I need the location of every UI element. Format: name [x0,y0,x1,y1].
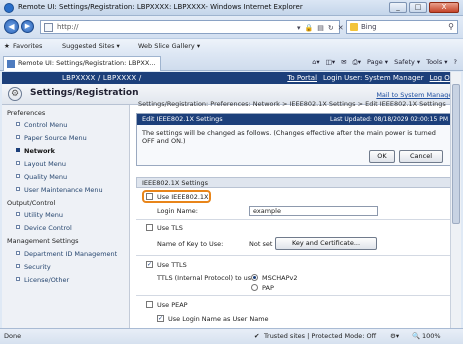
window-title: Remote UI: Settings/Registration: LBPXXX… [18,3,303,11]
panel-header: Edit IEEE802.1X Settings Last Updated: 0… [137,114,452,125]
pap-radio[interactable] [251,284,258,291]
sidebar-item-network[interactable]: Network [16,147,55,155]
page-content: LBPXXXX / LBPXXXX / To Portal Login User… [2,72,461,328]
login-name-label: Login Name: [157,207,198,215]
status-text: Done [4,332,22,340]
to-portal-link[interactable]: To Portal [287,72,317,84]
sidebar-item-department-id[interactable]: Department ID Management [16,250,117,258]
cancel-button[interactable]: Cancel [399,150,443,163]
tab-bar: Remote UI: Settings/Registration: LBPXX.… [0,54,463,71]
lock-icon[interactable]: 🔒 [305,22,314,34]
compat-icon[interactable]: ▤ [317,22,324,34]
sidebar-item-utility-menu[interactable]: Utility Menu [16,211,63,219]
tab-title: Remote UI: Settings/Registration: LBPXX.… [18,59,156,67]
mschapv2-label: MSCHAPv2 [262,274,298,282]
window-titlebar: Remote UI: Settings/Registration: LBPXXX… [0,0,463,16]
favorites-button[interactable]: Favorites [13,39,42,54]
sidebar-item-license-other[interactable]: License/Other [16,276,69,284]
ok-button[interactable]: OK [369,150,395,163]
last-updated: Last Updated: 08/18/2029 02:00:15 PM [329,116,448,123]
use-login-as-username-checkbox[interactable]: ✓ [157,315,164,322]
sidebar-section-output-control: Output/Control [7,199,56,207]
favorites-star-icon[interactable]: ★ [4,39,10,54]
dropdown-icon[interactable]: ▾ [297,22,301,34]
tools-menu[interactable]: Tools ▾ [426,58,447,67]
sidebar-item-user-maintenance-menu[interactable]: User Maintenance Menu [16,186,103,194]
zoom-icon: 🔍 [412,332,421,340]
use-tls-checkbox[interactable] [146,224,153,231]
ie-logo-icon [4,3,14,13]
protected-mode-icon[interactable]: ⚙▾ [390,329,399,344]
vertical-scrollbar[interactable] [450,72,461,328]
mail-to-system-manager-link[interactable]: Mail to System Manager [376,91,455,99]
use-peap-checkbox[interactable] [146,301,153,308]
sidebar-item-device-control[interactable]: Device Control [16,224,72,232]
tab-favicon-icon [7,60,15,68]
settings-logo-icon: ⚙ [8,87,22,101]
address-bar: ◀ ▶ http:// ▾ 🔒 ▤ ↻ ✕ Bing ⚲ [0,16,463,38]
search-icon[interactable]: ⚲ [448,21,454,33]
trusted-sites-check-icon: ✔ [254,332,260,340]
login-name-input[interactable]: example [249,206,378,216]
use-ieee8021x-checkbox[interactable] [146,193,153,200]
sidebar-item-security[interactable]: Security [16,263,51,271]
section-header: IEEE802.1X Settings [136,177,453,188]
pap-label: PAP [262,284,274,292]
minimize-button[interactable]: _ [389,2,407,13]
security-zone[interactable]: Trusted sites | Protected Mode: Off [264,329,376,344]
search-input[interactable]: Bing ⚲ [346,20,458,34]
login-user-label: Login User: System Manager [323,74,424,82]
panel-title: Edit IEEE802.1X Settings [142,115,223,123]
bing-icon [350,23,358,31]
edit-settings-panel: Edit IEEE802.1X Settings Last Updated: 0… [136,113,453,166]
page-title: Settings/Registration [30,88,139,98]
safety-menu[interactable]: Safety ▾ [394,58,420,67]
page-icon [44,23,53,32]
refresh-icon[interactable]: ↻ [328,22,334,34]
use-ttls-checkbox[interactable]: ✓ [146,261,153,268]
mail-icon[interactable]: ✉ [341,58,346,67]
url-text: http:// [57,23,79,31]
key-to-use-value: Not set [249,240,273,248]
key-and-certificate-button[interactable]: Key and Certificate... [275,237,377,250]
sidebar-item-quality-menu[interactable]: Quality Menu [16,173,67,181]
home-icon[interactable]: ⌂▾ [312,58,319,67]
close-button[interactable]: X [429,2,459,13]
feeds-icon[interactable]: ◫▾ [326,58,335,67]
sidebar-item-layout-menu[interactable]: Layout Menu [16,160,66,168]
favorites-bar: ★ Favorites Suggested Sites ▾ Web Slice … [0,38,463,54]
web-slice-gallery-link[interactable]: Web Slice Gallery ▾ [138,39,200,54]
sidebar: Preferences Control Menu Paper Source Me… [2,105,130,328]
breadcrumb: Settings/Registration: Preferences: Netw… [138,100,446,108]
use-login-as-username-label: Use Login Name as User Name [168,315,269,323]
maximize-button[interactable]: □ [409,2,427,13]
print-icon[interactable]: ⎙▾ [353,58,361,67]
sidebar-section-preferences: Preferences [7,109,46,117]
sidebar-item-control-menu[interactable]: Control Menu [16,121,67,129]
use-peap-label: Use PEAP [157,301,188,309]
zoom-level[interactable]: 100% [422,329,441,344]
status-bar: Done ✔ Trusted sites | Protected Mode: O… [0,328,463,344]
scrollbar-thumb[interactable] [452,84,460,224]
back-button[interactable]: ◀ [4,19,19,34]
device-strip: LBPXXXX / LBPXXXX / To Portal Login User… [2,72,461,84]
search-placeholder: Bing [361,23,377,31]
browser-tab[interactable]: Remote UI: Settings/Registration: LBPXX.… [3,56,161,71]
device-name: LBPXXXX / LBPXXXX / [62,74,142,82]
use-ttls-label: Use TTLS [157,261,187,269]
sidebar-section-management: Management Settings [7,237,79,245]
panel-message: The settings will be changed as follows.… [142,129,436,145]
suggested-sites-link[interactable]: Suggested Sites ▾ [62,39,120,54]
forward-button[interactable]: ▶ [21,20,34,33]
help-icon[interactable]: ? [454,58,457,67]
mschapv2-radio[interactable] [251,274,258,281]
key-to-use-label: Name of Key to Use: [157,240,224,248]
sidebar-item-paper-source-menu[interactable]: Paper Source Menu [16,134,87,142]
use-ieee8021x-label: Use IEEE802.1X [157,193,209,201]
ttls-protocol-label: TTLS (Internal Protocol) to use: [157,274,258,282]
use-tls-label: Use TLS [157,224,183,232]
url-input[interactable]: http:// ▾ 🔒 ▤ ↻ ✕ [40,20,344,34]
page-menu[interactable]: Page ▾ [367,58,388,67]
stop-icon[interactable]: ✕ [338,22,344,34]
